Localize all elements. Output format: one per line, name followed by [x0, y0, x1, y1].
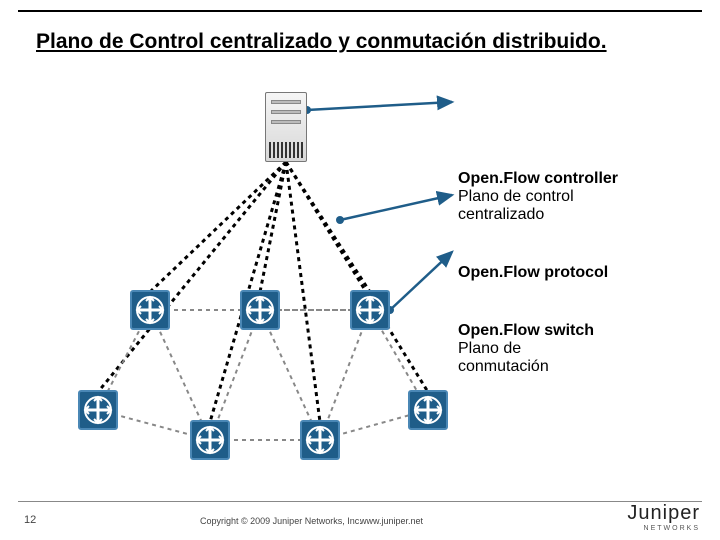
switch-icon — [78, 390, 118, 430]
annotation-sub: centralizado — [458, 206, 698, 224]
copyright-text: Copyright © 2009 Juniper Networks, Inc. — [200, 516, 362, 526]
slide-title: Plano de Control centralizado y conmutac… — [36, 30, 684, 54]
switch-icon — [408, 390, 448, 430]
annotation-heading: Open.Flow protocol — [458, 264, 698, 282]
annotation-switch: Open.Flow switch Plano de conmutación — [458, 322, 698, 376]
annotation-sub: Plano de control — [458, 188, 698, 206]
page-number: 12 — [24, 514, 36, 526]
annotation-sub: conmutación — [458, 358, 698, 376]
footer-url: www.juniper.net — [360, 516, 423, 526]
switch-icon — [190, 420, 230, 460]
brand-sub: NETWORKS — [627, 525, 700, 532]
slide: Plano de Control centralizado y conmutac… — [0, 0, 720, 540]
switch-icon — [240, 290, 280, 330]
brand-name: Juniper — [627, 502, 700, 525]
annotation-sub: Plano de — [458, 340, 698, 358]
server-icon — [265, 92, 307, 162]
annotation-heading: Open.Flow controller — [458, 170, 698, 188]
footer-rule — [18, 501, 702, 502]
brand-logo: Juniper NETWORKS — [627, 502, 700, 532]
annotation-controller: Open.Flow controller Plano de control ce… — [458, 170, 698, 224]
switch-icon — [350, 290, 390, 330]
switch-icon — [130, 290, 170, 330]
switch-icon — [300, 420, 340, 460]
annotation-protocol: Open.Flow protocol — [458, 264, 698, 282]
diagram-area: Open.Flow controller Plano de control ce… — [0, 80, 720, 460]
annotation-heading: Open.Flow switch — [458, 322, 698, 340]
top-rule — [18, 10, 702, 12]
annotation-column: Open.Flow controller Plano de control ce… — [458, 170, 698, 416]
